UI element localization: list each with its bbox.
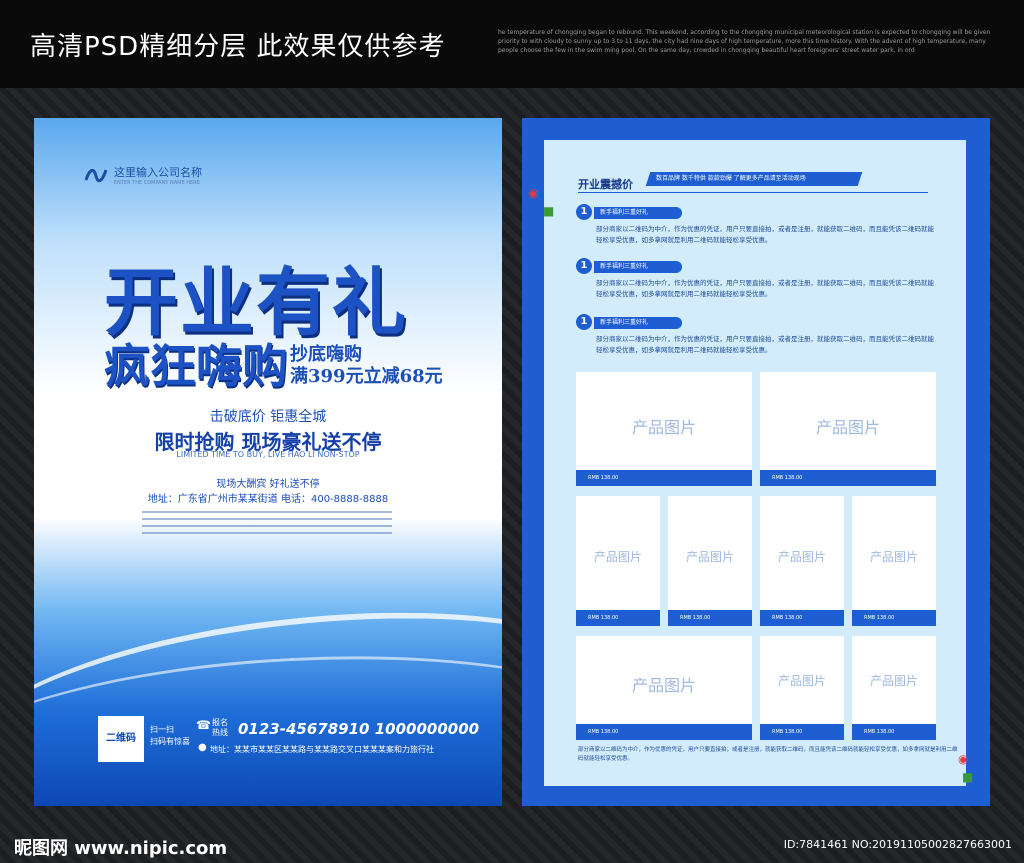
product-card: 产品图片 RMB 138.00 — [760, 496, 844, 626]
address: 地址：某某市某某区某某路与某某路交叉口某某某案和力旅行社 — [210, 745, 434, 754]
top-banner: 高清PSD精细分层 此效果仅供参考 he temperature of chon… — [0, 0, 1024, 88]
watermark-bar: 昵图网 www.nipic.com ID:7841461 NO:20191105… — [0, 826, 1024, 863]
gift-icon: ■ — [543, 204, 555, 218]
balloon-icon: ◉ — [958, 752, 969, 766]
item-desc: 部分商家以二维码为中介，作为优惠的凭证，用户只要直接拍，或者是注册，就能获取二维… — [596, 225, 934, 244]
fine-print — [142, 506, 392, 546]
item-number: 1 — [576, 258, 592, 274]
contact-line: 地址：广东省广州市某某街道 电话：400-8888-8888 — [147, 494, 389, 505]
tagline-en: LIMITED TIME TO BUY, LIVE HAO LI NON-STO… — [176, 450, 360, 459]
product-card: 产品图片 RMB 138.00 — [852, 496, 936, 626]
hotline-label: 报名 热线 — [212, 718, 228, 737]
subheadline: 疯狂嗨购 — [104, 339, 288, 393]
product-card: 产品图片 RMB 138.00 — [852, 636, 936, 740]
company-logo: 这里输入公司名称 ENTER THE COMPANY NAME HERE — [84, 164, 202, 186]
qr-code: 二维码 — [98, 716, 144, 762]
item-pill: 新手福利三重好礼 — [594, 317, 682, 329]
footer-note: 部分商家以二维码为中介，作为优惠的凭证，用户只要直接拍，或者是注册，就能获取二维… — [578, 747, 958, 762]
item-pill: 新手福利三重好礼 — [594, 261, 682, 273]
tagline-4: 现场大酬宾 好礼送不停 — [216, 479, 320, 490]
section-title: 开业震撼价 — [578, 178, 633, 191]
product-card: 产品图片 RMB 138.00 — [576, 636, 752, 740]
item-pill: 新手福利三重好礼 — [594, 207, 682, 219]
product-card: 产品图片 RMB 138.00 — [760, 372, 936, 486]
image-id: ID:7841461 NO:20191105002827663001 — [783, 838, 1012, 851]
location-pin-icon: ● — [198, 742, 207, 753]
product-card: 产品图片 RMB 138.00 — [760, 636, 844, 740]
back-poster: 开业震撼价 数百品牌 数千特供 款款劲爆 了解更多产品请至活动现场 1 新手福利… — [522, 118, 990, 806]
banner-title: 高清PSD精细分层 此效果仅供参考 — [30, 32, 446, 62]
scan-text: 扫一扫 扫码有惊喜 — [150, 725, 190, 746]
company-name-en: ENTER THE COMPANY NAME HERE — [114, 180, 200, 186]
gift-icon: ■ — [962, 770, 974, 784]
contact-footer: 二维码 扫一扫 扫码有惊喜 ☎ 报名 热线 0123-45678910 1000… — [98, 716, 498, 762]
balloon-icon: ◉ — [528, 186, 539, 200]
logo-icon — [84, 166, 108, 184]
phone-icon: ☎ — [196, 718, 211, 732]
site-logo: 昵图网 www.nipic.com — [14, 838, 228, 859]
back-poster-panel: 开业震撼价 数百品牌 数千特供 款款劲爆 了解更多产品请至活动现场 1 新手福利… — [544, 140, 966, 786]
item-number: 1 — [576, 314, 592, 330]
product-card: 产品图片 RMB 138.00 — [668, 496, 752, 626]
section-bar: 数百品牌 数千特供 款款劲爆 了解更多产品请至活动现场 — [645, 172, 863, 186]
company-name: 这里输入公司名称 — [114, 166, 202, 179]
product-card: 产品图片 RMB 138.00 — [576, 496, 660, 626]
item-number: 1 — [576, 204, 592, 220]
promo-line-2: 满399元立减68元 — [290, 366, 443, 387]
phone-number: 0123-45678910 1000000000 — [238, 720, 480, 738]
tagline-1: 击破底价 钜惠全城 — [209, 409, 327, 425]
banner-blurb: he temperature of chongqing began to reb… — [498, 29, 991, 54]
item-desc: 部分商家以二维码为中介，作为优惠的凭证，用户只要直接拍，或者是注册，就能获取二维… — [596, 335, 934, 354]
section-divider — [578, 192, 928, 193]
front-poster: 这里输入公司名称 ENTER THE COMPANY NAME HERE 开业有… — [34, 118, 502, 806]
product-card: 产品图片 RMB 138.00 — [576, 372, 752, 486]
item-desc: 部分商家以二维码为中介，作为优惠的凭证，用户只要直接拍，或者是注册，就能获取二维… — [596, 279, 934, 298]
